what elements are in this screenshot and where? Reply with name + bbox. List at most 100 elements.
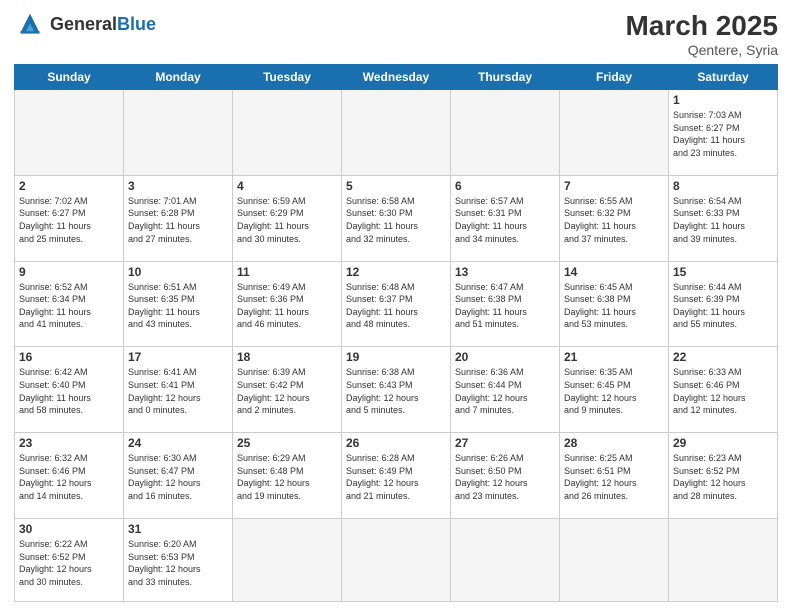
day-number: 21: [564, 350, 664, 364]
calendar-cell: 7Sunrise: 6:55 AM Sunset: 6:32 PM Daylig…: [560, 175, 669, 261]
day-info: Sunrise: 6:57 AM Sunset: 6:31 PM Dayligh…: [455, 195, 555, 245]
day-number: 27: [455, 436, 555, 450]
day-info: Sunrise: 6:22 AM Sunset: 6:52 PM Dayligh…: [19, 538, 119, 588]
day-info: Sunrise: 6:30 AM Sunset: 6:47 PM Dayligh…: [128, 452, 228, 502]
calendar-cell: [669, 519, 778, 602]
day-info: Sunrise: 6:26 AM Sunset: 6:50 PM Dayligh…: [455, 452, 555, 502]
day-number: 14: [564, 265, 664, 279]
day-number: 31: [128, 522, 228, 536]
day-number: 16: [19, 350, 119, 364]
calendar-cell: 19Sunrise: 6:38 AM Sunset: 6:43 PM Dayli…: [342, 347, 451, 433]
logo-text: GeneralBlue: [50, 14, 156, 35]
calendar-cell: 24 Sunrise: 6:30 AM Sunset: 6:47 PM Dayli…: [124, 433, 233, 519]
calendar-cell: 17 Sunrise: 6:41 AM Sunset: 6:41 PM Dayli…: [124, 347, 233, 433]
week-row-3: 16 Sunrise: 6:42 AM Sunset: 6:40 PM Dayli…: [15, 347, 778, 433]
week-row-2: 9Sunrise: 6:52 AM Sunset: 6:34 PM Daylig…: [15, 261, 778, 347]
day-number: 17: [128, 350, 228, 364]
title-block: March 2025 Qentere, Syria: [625, 10, 778, 58]
day-info: Sunrise: 6:54 AM Sunset: 6:33 PM Dayligh…: [673, 195, 773, 245]
calendar-cell: [233, 90, 342, 176]
day-info: Sunrise: 6:49 AM Sunset: 6:36 PM Dayligh…: [237, 281, 337, 331]
day-info: Sunrise: 6:41 AM Sunset: 6:41 PM Dayligh…: [128, 366, 228, 416]
day-info: Sunrise: 6:36 AM Sunset: 6:44 PM Dayligh…: [455, 366, 555, 416]
day-number: 23: [19, 436, 119, 450]
day-number: 7: [564, 179, 664, 193]
calendar-cell: 27 Sunrise: 6:26 AM Sunset: 6:50 PM Dayli…: [451, 433, 560, 519]
day-number: 18: [237, 350, 337, 364]
day-number: 15: [673, 265, 773, 279]
day-info: Sunrise: 6:23 AM Sunset: 6:52 PM Dayligh…: [673, 452, 773, 502]
day-info: Sunrise: 6:28 AM Sunset: 6:49 PM Dayligh…: [346, 452, 446, 502]
calendar-cell: 2 Sunrise: 7:02 AM Sunset: 6:27 PM Daylig…: [15, 175, 124, 261]
calendar-cell: 21Sunrise: 6:35 AM Sunset: 6:45 PM Dayli…: [560, 347, 669, 433]
day-number: 4: [237, 179, 337, 193]
day-number: 28: [564, 436, 664, 450]
calendar-cell: 3Sunrise: 7:01 AM Sunset: 6:28 PM Daylig…: [124, 175, 233, 261]
day-number: 29: [673, 436, 773, 450]
calendar-cell: 5 Sunrise: 6:58 AM Sunset: 6:30 PM Daylig…: [342, 175, 451, 261]
day-info: Sunrise: 6:47 AM Sunset: 6:38 PM Dayligh…: [455, 281, 555, 331]
logo-icon: [14, 10, 46, 38]
calendar-cell: [342, 519, 451, 602]
day-info: Sunrise: 6:51 AM Sunset: 6:35 PM Dayligh…: [128, 281, 228, 331]
day-info: Sunrise: 6:39 AM Sunset: 6:42 PM Dayligh…: [237, 366, 337, 416]
day-number: 10: [128, 265, 228, 279]
calendar-cell: 14 Sunrise: 6:45 AM Sunset: 6:38 PM Dayli…: [560, 261, 669, 347]
day-info: Sunrise: 6:25 AM Sunset: 6:51 PM Dayligh…: [564, 452, 664, 502]
calendar-cell: [560, 519, 669, 602]
day-number: 2: [19, 179, 119, 193]
logo-general: General: [50, 14, 117, 34]
calendar-cell: 23 Sunrise: 6:32 AM Sunset: 6:46 PM Dayli…: [15, 433, 124, 519]
calendar-cell: [15, 90, 124, 176]
day-info: Sunrise: 6:59 AM Sunset: 6:29 PM Dayligh…: [237, 195, 337, 245]
calendar-cell: 1Sunrise: 7:03 AM Sunset: 6:27 PM Daylig…: [669, 90, 778, 176]
weekday-header-saturday: Saturday: [669, 65, 778, 90]
day-number: 24: [128, 436, 228, 450]
day-info: Sunrise: 6:42 AM Sunset: 6:40 PM Dayligh…: [19, 366, 119, 416]
calendar-cell: 30 Sunrise: 6:22 AM Sunset: 6:52 PM Dayli…: [15, 519, 124, 602]
logo: GeneralBlue: [14, 10, 156, 38]
weekday-header-sunday: Sunday: [15, 65, 124, 90]
calendar-cell: [124, 90, 233, 176]
header: GeneralBlue March 2025 Qentere, Syria: [14, 10, 778, 58]
day-info: Sunrise: 7:01 AM Sunset: 6:28 PM Dayligh…: [128, 195, 228, 245]
day-number: 6: [455, 179, 555, 193]
day-info: Sunrise: 6:20 AM Sunset: 6:53 PM Dayligh…: [128, 538, 228, 588]
day-number: 22: [673, 350, 773, 364]
calendar-cell: 22 Sunrise: 6:33 AM Sunset: 6:46 PM Dayli…: [669, 347, 778, 433]
weekday-header-thursday: Thursday: [451, 65, 560, 90]
calendar-cell: 31 Sunrise: 6:20 AM Sunset: 6:53 PM Dayli…: [124, 519, 233, 602]
weekday-header-tuesday: Tuesday: [233, 65, 342, 90]
calendar-table: SundayMondayTuesdayWednesdayThursdayFrid…: [14, 64, 778, 602]
day-info: Sunrise: 6:44 AM Sunset: 6:39 PM Dayligh…: [673, 281, 773, 331]
calendar-cell: 18 Sunrise: 6:39 AM Sunset: 6:42 PM Dayli…: [233, 347, 342, 433]
day-info: Sunrise: 6:52 AM Sunset: 6:34 PM Dayligh…: [19, 281, 119, 331]
day-info: Sunrise: 6:33 AM Sunset: 6:46 PM Dayligh…: [673, 366, 773, 416]
day-info: Sunrise: 6:32 AM Sunset: 6:46 PM Dayligh…: [19, 452, 119, 502]
weekday-header-monday: Monday: [124, 65, 233, 90]
calendar-cell: 11 Sunrise: 6:49 AM Sunset: 6:36 PM Dayli…: [233, 261, 342, 347]
subtitle: Qentere, Syria: [625, 42, 778, 58]
day-info: Sunrise: 6:45 AM Sunset: 6:38 PM Dayligh…: [564, 281, 664, 331]
calendar-cell: 12Sunrise: 6:48 AM Sunset: 6:37 PM Dayli…: [342, 261, 451, 347]
calendar-cell: 26Sunrise: 6:28 AM Sunset: 6:49 PM Dayli…: [342, 433, 451, 519]
day-number: 11: [237, 265, 337, 279]
calendar-cell: [560, 90, 669, 176]
calendar-cell: 8Sunrise: 6:54 AM Sunset: 6:33 PM Daylig…: [669, 175, 778, 261]
calendar-cell: 28 Sunrise: 6:25 AM Sunset: 6:51 PM Dayli…: [560, 433, 669, 519]
calendar-cell: 10 Sunrise: 6:51 AM Sunset: 6:35 PM Dayli…: [124, 261, 233, 347]
weekday-header-friday: Friday: [560, 65, 669, 90]
day-info: Sunrise: 7:02 AM Sunset: 6:27 PM Dayligh…: [19, 195, 119, 245]
day-number: 25: [237, 436, 337, 450]
week-row-4: 23 Sunrise: 6:32 AM Sunset: 6:46 PM Dayli…: [15, 433, 778, 519]
day-info: Sunrise: 6:58 AM Sunset: 6:30 PM Dayligh…: [346, 195, 446, 245]
logo-blue: Blue: [117, 14, 156, 34]
day-number: 1: [673, 93, 773, 107]
day-info: Sunrise: 6:38 AM Sunset: 6:43 PM Dayligh…: [346, 366, 446, 416]
weekday-header-row: SundayMondayTuesdayWednesdayThursdayFrid…: [15, 65, 778, 90]
day-number: 5: [346, 179, 446, 193]
calendar-cell: 9Sunrise: 6:52 AM Sunset: 6:34 PM Daylig…: [15, 261, 124, 347]
main-title: March 2025: [625, 10, 778, 42]
day-number: 30: [19, 522, 119, 536]
calendar-cell: 13Sunrise: 6:47 AM Sunset: 6:38 PM Dayli…: [451, 261, 560, 347]
